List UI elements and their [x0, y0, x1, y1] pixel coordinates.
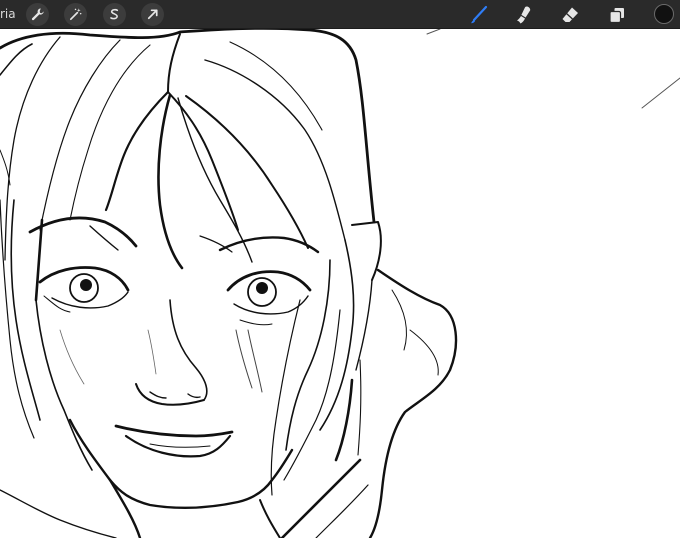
- adjustments-button[interactable]: [64, 3, 87, 26]
- magic-wand-icon: [69, 8, 82, 21]
- selection-button[interactable]: [103, 3, 126, 26]
- brush-button[interactable]: [466, 2, 492, 28]
- gallery-button[interactable]: ria: [0, 7, 16, 21]
- sketch-artwork: [0, 29, 680, 538]
- smudge-button[interactable]: [511, 2, 537, 28]
- actions-button[interactable]: [26, 3, 49, 26]
- eraser-icon: [562, 7, 578, 22]
- layers-button[interactable]: [604, 2, 630, 28]
- drawing-canvas[interactable]: [0, 29, 680, 538]
- transform-button[interactable]: [141, 3, 164, 26]
- layers-icon: [609, 7, 625, 24]
- current-color-swatch[interactable]: [654, 4, 674, 24]
- arrow-cursor-icon: [147, 9, 158, 20]
- top-toolbar: ria: [0, 0, 680, 29]
- selection-s-icon: [110, 8, 119, 20]
- smudge-icon: [517, 6, 531, 24]
- wrench-icon: [31, 8, 44, 21]
- brush-icon: [471, 5, 488, 24]
- eraser-button[interactable]: [557, 2, 583, 28]
